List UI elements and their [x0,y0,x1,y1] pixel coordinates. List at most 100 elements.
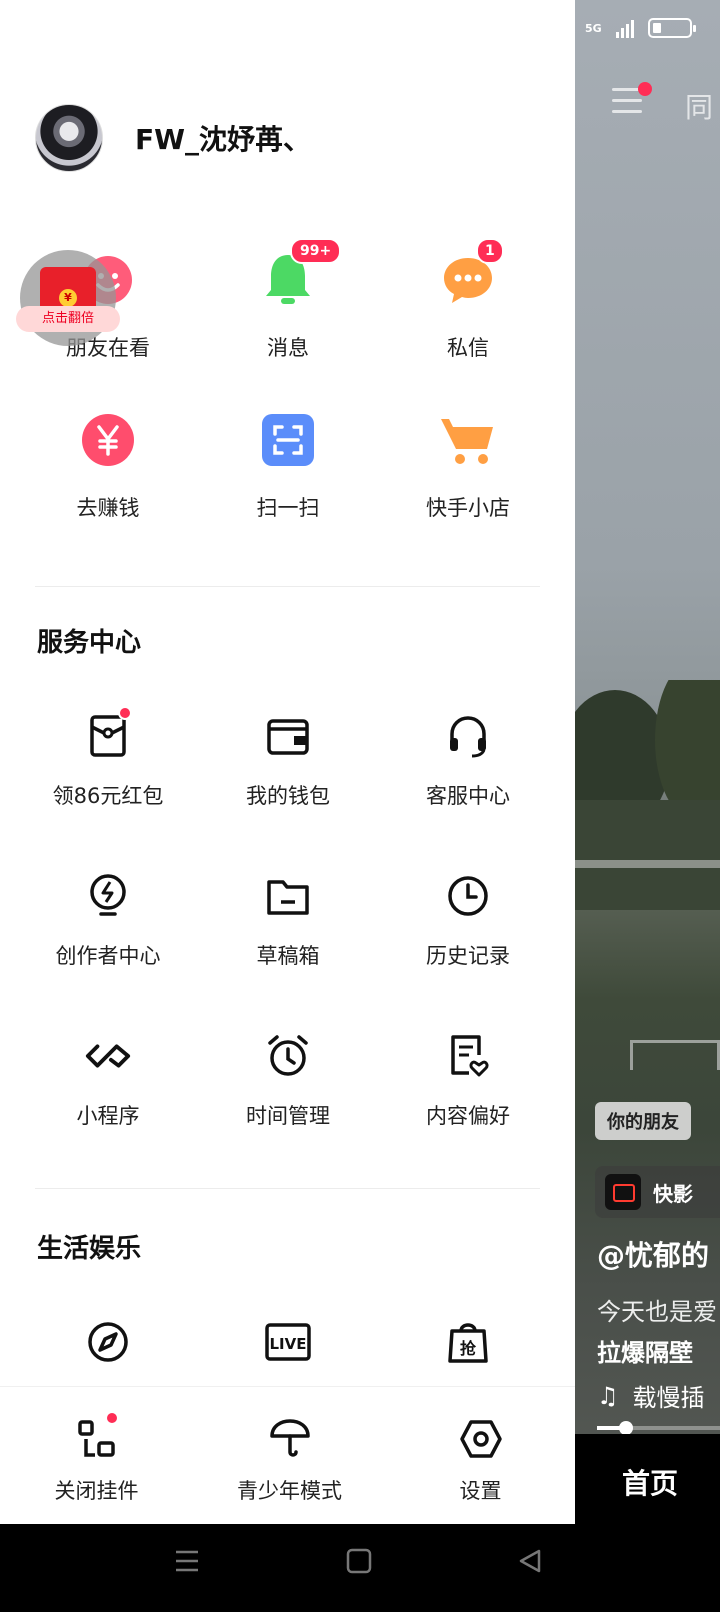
section-title-service: 服务中心 [37,628,142,658]
live-icon: LIVE [264,1318,312,1366]
infinity-icon [84,1032,132,1080]
service-item-customer-service[interactable]: 客服中心 [378,712,558,810]
video-progress-fill [597,1426,622,1430]
service-row-2: 创作者中心 草稿箱 历史记录 [18,872,558,970]
service-label: 领86元红包 [52,784,164,808]
notification-dot [118,706,132,720]
service-item-mini-programs[interactable]: 小程序 [18,1032,198,1130]
quick-action-label: 去赚钱 [76,496,140,520]
status-bar: 5G [585,18,696,38]
home-nav-icon[interactable] [346,1548,372,1574]
service-label: 草稿箱 [256,944,320,968]
service-label: 历史记录 [426,944,510,968]
bottom-bar-label: 关闭挂件 [54,1479,139,1503]
feed-top-tab[interactable]: 同 [685,86,713,126]
life-item-discover[interactable] [18,1318,198,1386]
back-nav-icon[interactable] [517,1548,543,1574]
service-row-1: 领86元红包 我的钱包 客服中心 [18,706,558,810]
floating-red-packet-label[interactable]: 点击翻倍 [16,306,120,332]
document-heart-icon [444,1032,492,1080]
video-author[interactable]: @忧郁的 [597,1234,709,1274]
headset-icon [444,712,492,760]
profile-header[interactable]: FW_沈妤苒、 [35,104,311,172]
divider [35,1188,540,1189]
video-progress-bar[interactable] [597,1421,720,1435]
life-item-grab[interactable]: 抢 [378,1318,558,1386]
side-drawer: FW_沈妤苒、 朋友在看 99+ 消息 1 私信 去赚钱 扫一扫 快手小店 服务… [0,0,575,1524]
red-packet-icon [84,706,132,760]
quick-action-scan[interactable]: 扫一扫 [198,410,378,522]
battery-icon [647,18,696,38]
shopping-cart-icon [438,410,498,470]
messages-badge: 99+ [290,238,342,264]
service-item-time-management[interactable]: 时间管理 [198,1032,378,1130]
quick-actions-row-2: 去赚钱 扫一扫 快手小店 [18,410,558,522]
username[interactable]: FW_沈妤苒、 [135,118,311,158]
quick-action-label: 私信 [447,336,489,360]
video-caption-line2: 拉爆隔壁 [597,1339,693,1367]
fence-scenery [575,860,720,868]
quick-action-private-messages[interactable]: 1 私信 [378,238,558,362]
grab-bag-icon: 抢 [444,1318,492,1366]
quick-action-earn-money[interactable]: 去赚钱 [18,410,198,522]
video-progress-knob[interactable] [619,1421,633,1435]
service-label: 时间管理 [246,1104,330,1128]
notification-dot [104,1411,119,1425]
quick-action-label: 快手小店 [426,496,510,520]
settings-button[interactable]: 设置 [386,1387,575,1524]
alarm-clock-icon [264,1032,312,1080]
compass-icon [84,1318,132,1366]
folder-icon [264,872,312,920]
private-messages-badge: 1 [476,238,504,264]
service-label: 客服中心 [426,784,510,808]
bottom-bar-label: 设置 [459,1479,502,1503]
drawer-bottom-bar: 关闭挂件 青少年模式 设置 [0,1386,575,1524]
section-title-life: 生活娱乐 [37,1234,142,1264]
service-item-drafts[interactable]: 草稿箱 [198,872,378,970]
notification-dot [638,82,652,96]
service-row-3: 小程序 时间管理 内容偏好 [18,1032,558,1130]
yuan-coin-icon [78,410,138,470]
network-type: 5G [585,21,602,35]
quick-action-shop[interactable]: 快手小店 [378,410,558,522]
quick-action-label: 消息 [267,336,309,360]
life-row-1: LIVE 抢 [18,1318,558,1386]
system-navigation-bar [0,1524,720,1612]
service-item-content-preference[interactable]: 内容偏好 [378,1032,558,1130]
avatar[interactable] [35,104,103,172]
life-item-live[interactable]: LIVE [198,1318,378,1386]
quick-action-label: 扫一扫 [256,496,320,520]
music-info[interactable]: ♫ 载慢插 [597,1378,705,1413]
red-packet-seal: ¥ [59,289,77,307]
app-promo-card[interactable]: 快影 [595,1166,720,1218]
service-item-creator-center[interactable]: 创作者中心 [18,872,198,970]
umbrella-icon [268,1417,312,1461]
clock-icon [444,872,492,920]
service-item-red-packet[interactable]: 领86元红包 [18,706,198,810]
bottom-bar-label: 青少年模式 [237,1479,342,1503]
close-widget-button[interactable]: 关闭挂件 [0,1387,193,1524]
service-item-wallet[interactable]: 我的钱包 [198,712,378,810]
video-caption-line1: 今天也是爱 [597,1298,717,1326]
scan-icon [258,410,318,470]
service-label: 我的钱包 [246,784,330,808]
widget-icon [75,1411,119,1461]
teen-mode-button[interactable]: 青少年模式 [193,1387,386,1524]
trees-scenery [575,680,720,910]
friend-chip[interactable]: 你的朋友 [595,1102,691,1140]
lightbulb-icon [84,872,132,920]
service-item-history[interactable]: 历史记录 [378,872,558,970]
divider [35,586,540,587]
bench-scenery [630,1040,720,1070]
home-tab[interactable]: 首页 [622,1462,678,1502]
service-label: 创作者中心 [55,944,161,968]
kuaiying-logo-icon [605,1174,641,1210]
music-note-icon: ♫ [597,1381,619,1410]
recent-apps-icon[interactable] [174,1548,200,1574]
signal-icon [615,18,634,38]
quick-action-messages[interactable]: 99+ 消息 [198,238,378,362]
app-promo-name: 快影 [653,1181,693,1206]
svg-text:LIVE: LIVE [270,1335,307,1353]
service-label: 小程序 [76,1104,140,1128]
menu-icon[interactable] [612,82,652,114]
